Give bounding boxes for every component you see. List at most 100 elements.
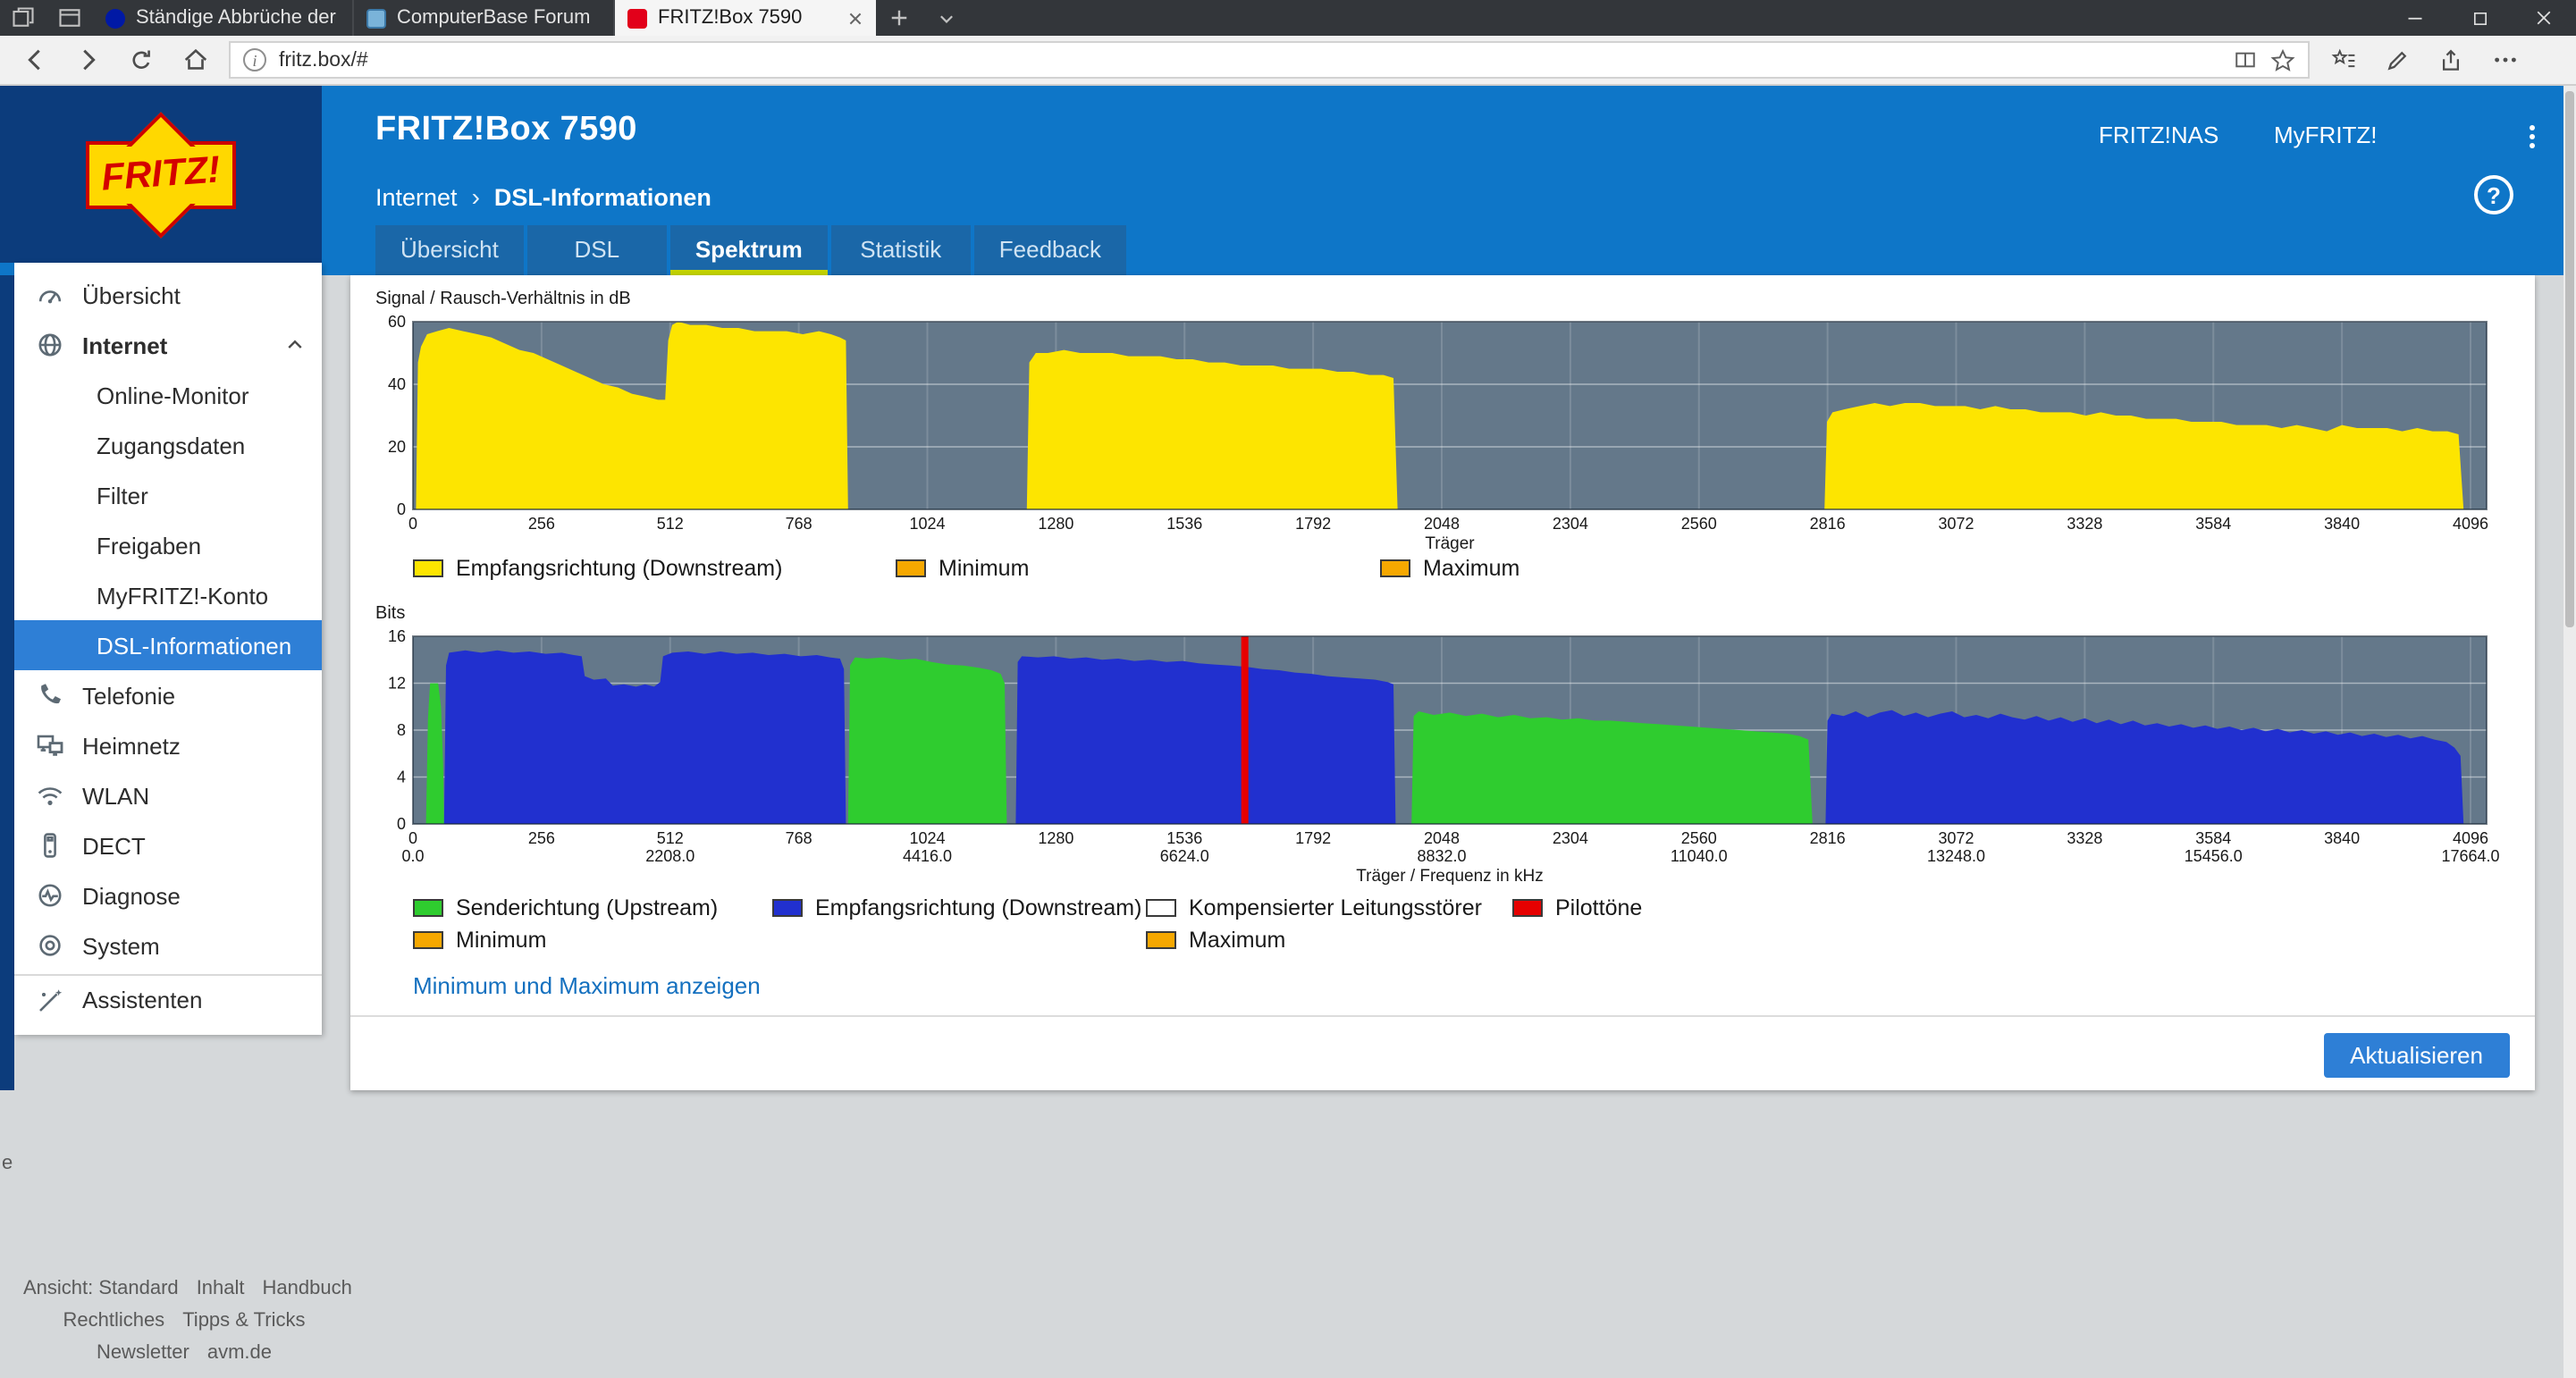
- sidebar-item-heimnetz[interactable]: Heimnetz: [14, 720, 322, 770]
- minimize-button[interactable]: [2383, 0, 2447, 36]
- refresh-button[interactable]: Aktualisieren: [2323, 1033, 2510, 1078]
- sidebar-item-bersicht[interactable]: Übersicht: [14, 270, 322, 320]
- sidebar-item-internet[interactable]: Internet: [14, 320, 322, 370]
- legend-label: Maximum: [1423, 556, 1520, 581]
- show-minmax-link[interactable]: Minimum und Maximum anzeigen: [413, 972, 761, 999]
- sidebar-item-assistenten[interactable]: Assistenten: [14, 974, 322, 1024]
- svg-text:1792: 1792: [1295, 829, 1331, 847]
- svg-text:4: 4: [397, 769, 406, 786]
- footer-link[interactable]: avm.de: [207, 1342, 272, 1364]
- footer-link[interactable]: Rechtliches: [63, 1310, 164, 1332]
- legend-row: MinimumMaximum: [413, 926, 1285, 954]
- legend-item: Empfangsrichtung (Downstream): [413, 556, 896, 581]
- sidebar-item-diagnose[interactable]: Diagnose: [14, 870, 322, 920]
- reading-view-icon[interactable]: [2233, 48, 2258, 71]
- sidebar-item-wlan[interactable]: WLAN: [14, 770, 322, 820]
- legend-item: Pilottöne: [1512, 895, 1642, 920]
- address-bar-input[interactable]: i fritz.box/#: [229, 41, 2310, 79]
- browser-address-bar: i fritz.box/#: [0, 36, 2576, 86]
- svg-text:2048: 2048: [1424, 829, 1460, 847]
- snr-chart: Signal / Rausch-Verhältnis in dB 0204060…: [375, 290, 2521, 556]
- browser-tab-fritzbox[interactable]: FRITZ!Box 7590: [615, 0, 876, 36]
- sidebar-nav: Übersicht Internet Online-Monitor Zugangsda…: [14, 263, 322, 1035]
- browser-tab-staendige-abbrueche[interactable]: Ständige Abbrüche der DSL: [93, 0, 354, 36]
- tab-feedback[interactable]: Feedback: [974, 225, 1126, 275]
- sidebar-item-online-monitor[interactable]: Online-Monitor: [14, 370, 322, 420]
- sidebar-item-dsl-informationen[interactable]: DSL-Informationen: [14, 620, 322, 670]
- svg-text:8: 8: [397, 721, 406, 739]
- menu-kebab-icon[interactable]: [2521, 125, 2546, 154]
- sidebar-item-dect[interactable]: DECT: [14, 820, 322, 870]
- legend-item: Maximum: [1380, 556, 1520, 581]
- footer-link[interactable]: Handbuch: [263, 1278, 352, 1299]
- svg-text:1536: 1536: [1166, 515, 1202, 533]
- tab-dsl[interactable]: DSL: [527, 225, 667, 275]
- sidebar-item-myfritz-konto[interactable]: MyFRITZ!-Konto: [14, 570, 322, 620]
- back-icon[interactable]: [7, 35, 61, 85]
- scrollbar[interactable]: [2563, 86, 2576, 1378]
- fritz-logo-text: FRITZ!: [64, 111, 257, 238]
- sidebar-item-zugangsdaten[interactable]: Zugangsdaten: [14, 420, 322, 470]
- svg-text:0: 0: [397, 500, 406, 518]
- footer-link[interactable]: Ansicht: Standard: [23, 1278, 179, 1299]
- set-tabs-aside-icon[interactable]: [0, 0, 46, 36]
- favorite-star-icon[interactable]: [2270, 47, 2295, 72]
- legend-label: Senderichtung (Upstream): [456, 895, 718, 920]
- sidebar-item-label: Diagnose: [82, 882, 181, 909]
- tab-bersicht[interactable]: Übersicht: [375, 225, 524, 275]
- network-icon: [36, 731, 64, 760]
- footer-link[interactable]: Newsletter: [97, 1342, 189, 1364]
- annotate-pen-icon[interactable]: [2370, 35, 2424, 85]
- url-text[interactable]: fritz.box/#: [279, 49, 2220, 71]
- tab-list-chevron-icon[interactable]: [922, 0, 969, 36]
- legend-label: Kompensierter Leitungsstörer: [1189, 895, 1482, 920]
- svg-text:1536: 1536: [1166, 829, 1202, 847]
- sidebar-item-system[interactable]: System: [14, 920, 322, 970]
- svg-text:2048: 2048: [1424, 515, 1460, 533]
- tab-close-icon[interactable]: [847, 10, 863, 26]
- myfritz-link[interactable]: MyFRITZ!: [2274, 122, 2378, 148]
- footer-link[interactable]: Tipps & Tricks: [182, 1310, 305, 1332]
- home-icon[interactable]: [168, 35, 222, 85]
- tab-spektrum[interactable]: Spektrum: [670, 225, 828, 275]
- maximize-button[interactable]: [2447, 0, 2512, 36]
- new-tab-button[interactable]: [876, 0, 922, 36]
- page-title: FRITZ!Box 7590: [375, 111, 637, 150]
- sidebar-item-label: Zugangsdaten: [97, 432, 245, 458]
- close-button[interactable]: [2512, 0, 2576, 36]
- tab-preview-icon[interactable]: [46, 0, 93, 36]
- svg-text:11040.0: 11040.0: [1671, 847, 1728, 865]
- fritz-logo[interactable]: FRITZ!: [0, 86, 322, 263]
- sidebar-item-telefonie[interactable]: Telefonie: [14, 670, 322, 720]
- footer-links: Ansicht: Standard Inhalt Handbuch Rechtlich…: [14, 1273, 354, 1369]
- help-button[interactable]: ?: [2474, 175, 2513, 214]
- svg-text:0.0: 0.0: [401, 847, 424, 865]
- settings-more-icon[interactable]: [2478, 35, 2531, 85]
- scrollbar-thumb[interactable]: [2565, 91, 2574, 627]
- breadcrumb-page: DSL-Informationen: [494, 183, 711, 210]
- svg-text:0: 0: [397, 815, 406, 833]
- bits-chart-svg-mount: 0481216025651276810241280153617922048230…: [375, 627, 2521, 888]
- svg-text:1280: 1280: [1038, 515, 1073, 533]
- svg-text:768: 768: [786, 515, 812, 533]
- legend-label: Maximum: [1189, 928, 1285, 953]
- svg-text:2816: 2816: [1810, 515, 1846, 533]
- footer-link[interactable]: Inhalt: [197, 1278, 245, 1299]
- sidebar-item-filter[interactable]: Filter: [14, 470, 322, 520]
- breadcrumb-section[interactable]: Internet: [375, 183, 458, 210]
- refresh-icon[interactable]: [114, 35, 168, 85]
- browser-tab-computerbase[interactable]: ComputerBase Forum: [354, 0, 615, 36]
- sidebar-item-label: Internet: [82, 332, 167, 358]
- forward-icon[interactable]: [61, 35, 114, 85]
- favorites-hub-icon[interactable]: [2317, 35, 2370, 85]
- sidebar-item-freigaben[interactable]: Freigaben: [14, 520, 322, 570]
- svg-text:256: 256: [528, 829, 555, 847]
- svg-text:3328: 3328: [2067, 515, 2102, 533]
- share-icon[interactable]: [2424, 35, 2478, 85]
- info-icon[interactable]: i: [243, 48, 266, 71]
- svg-text:512: 512: [657, 829, 684, 847]
- tab-statistik[interactable]: Statistik: [831, 225, 971, 275]
- fritznas-link[interactable]: FRITZ!NAS: [2099, 122, 2218, 148]
- svg-text:3328: 3328: [2067, 829, 2102, 847]
- sidebar-item-label: Heimnetz: [82, 732, 181, 759]
